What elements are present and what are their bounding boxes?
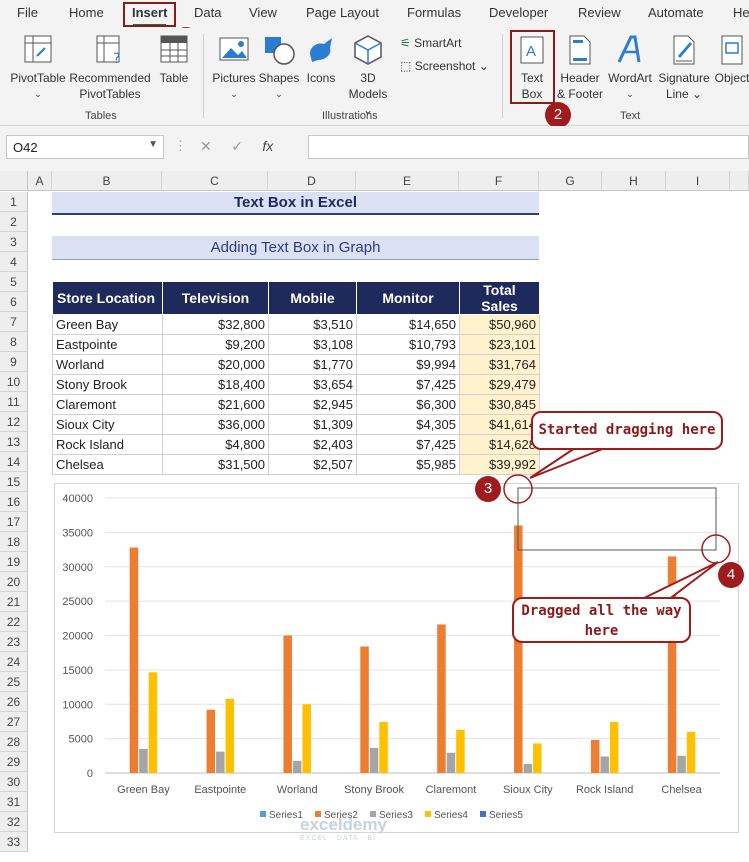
drawn-text-box[interactable] (517, 487, 717, 551)
callout-end-line-2: here (584, 623, 619, 639)
step-3-badge: 3 (475, 476, 501, 502)
callout-dragged-to: Dragged all the way here (512, 597, 691, 643)
watermark-tagline: EXCEL · DATA · BI (300, 835, 376, 842)
watermark-name: exceldemy (300, 815, 387, 834)
exceldemy-watermark: exceldemy EXCEL · DATA · BI (300, 815, 387, 842)
step-4-badge: 4 (718, 562, 744, 588)
callout-end-pointer (639, 561, 719, 601)
callout-end-line-1: Dragged all the way (521, 603, 682, 619)
callout-started-dragging: Started dragging here (531, 411, 723, 450)
callout-start-pointer (529, 447, 606, 479)
